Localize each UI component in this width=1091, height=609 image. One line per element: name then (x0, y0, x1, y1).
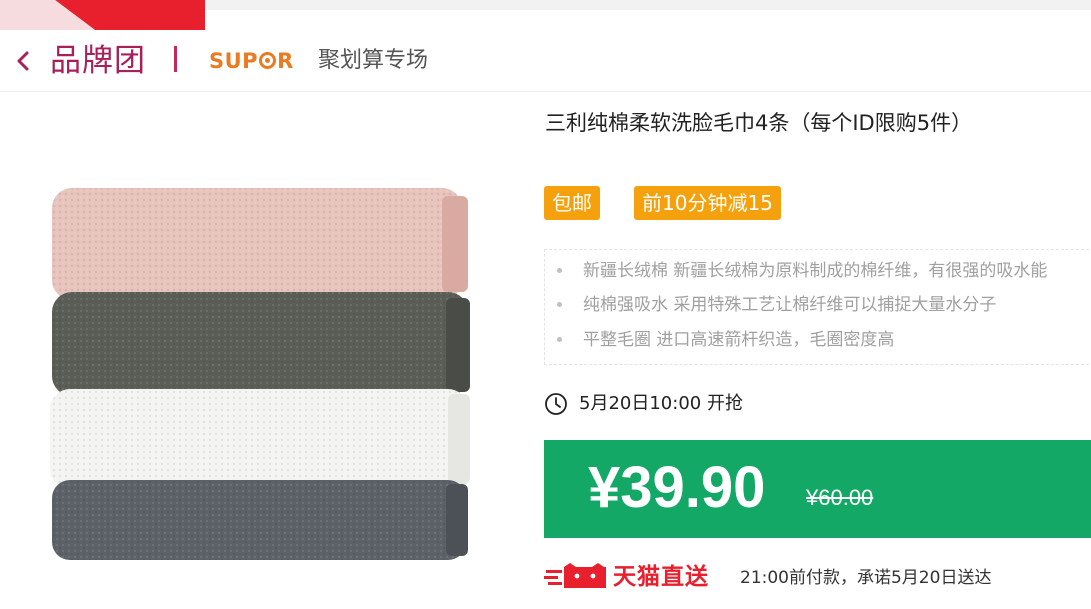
discount-tag: 前10分钟减15 (634, 186, 781, 220)
tmall-direct-delivery: 天猫直送 (613, 564, 709, 590)
current-price: ¥39.90 (588, 455, 766, 520)
bullet-icon (557, 302, 562, 307)
original-price: ¥60.00 (806, 485, 874, 510)
towel-white (50, 389, 470, 489)
top-strip (205, 0, 1091, 10)
supor-logo-text-end: R (277, 49, 294, 73)
feature-list: 新疆长绒棉 新疆长绒棉为原料制成的棉纤维，有很强的吸水能 纯棉强吸水 采用特殊工… (544, 249, 1091, 365)
towel-slate-gray (52, 480, 468, 560)
bullet-icon (557, 337, 562, 342)
feature-text: 纯棉强吸水 采用特殊工艺让棉纤维可以捕捉大量水分子 (583, 295, 997, 315)
header-divider (174, 46, 177, 72)
juhuasuan-subtitle: 聚划算专场 (318, 48, 429, 73)
chevron-left-icon (17, 51, 29, 71)
towel-dark-gray (52, 292, 470, 396)
tmall-cat-icon (544, 563, 606, 588)
bullet-icon (557, 268, 562, 273)
back-button[interactable] (12, 44, 36, 78)
feature-text: 平整毛圈 进口高速箭杆织造，毛圈密度高 (583, 330, 895, 350)
supor-logo: SUP R (209, 49, 294, 73)
free-shipping-tag: 包邮 (544, 186, 600, 220)
supor-logo-text-start: SUP (209, 49, 259, 73)
product-image[interactable] (46, 186, 476, 564)
price-bar[interactable]: ¥39.90 ¥60.00 (544, 440, 1091, 538)
red-corner-decoration (0, 0, 205, 30)
page-header: 品牌团 SUP R 聚划算专场 (0, 30, 1091, 92)
delivery-promise: 21:00前付款，承诺5月20日送达 (740, 568, 992, 588)
delivery-info: 天猫直送 21:00前付款，承诺5月20日送达 (544, 560, 1091, 594)
feature-text: 新疆长绒棉 新疆长绒棉为原料制成的棉纤维，有很强的吸水能 (583, 261, 1048, 281)
supor-logo-o (259, 52, 277, 69)
product-title[interactable]: 三利纯棉柔软洗脸毛巾4条（每个ID限购5件） (545, 108, 972, 138)
brand-group-title: 品牌团 (50, 43, 146, 79)
clock-icon (545, 393, 567, 415)
towel-stack-illustration (50, 188, 470, 560)
start-time-text: 5月20日10:00 开抢 (579, 393, 743, 414)
towel-pink (52, 188, 468, 300)
